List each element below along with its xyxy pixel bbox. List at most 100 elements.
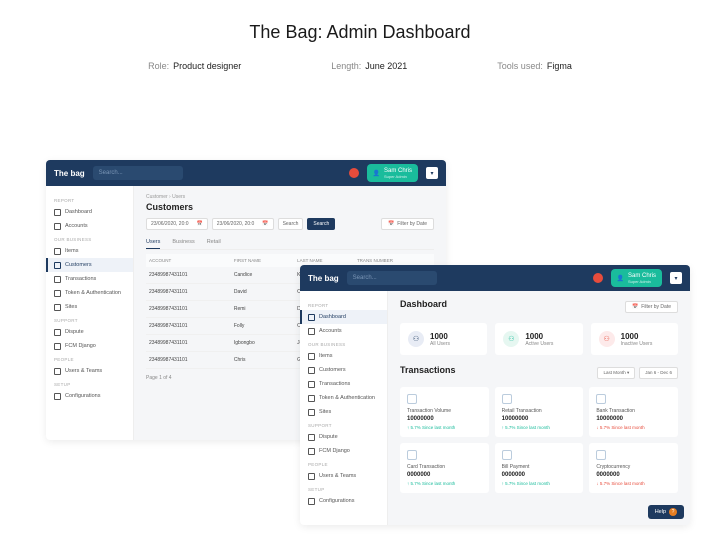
search-button[interactable]: Search xyxy=(307,218,335,230)
sidebar-item-users-teams[interactable]: Users & Teams xyxy=(300,469,387,483)
sidebar-item-accounts[interactable]: Accounts xyxy=(46,219,133,233)
tx-filter-pill[interactable]: Last Month ▾ xyxy=(597,367,635,379)
search-input[interactable]: Search... xyxy=(347,271,437,285)
users-icon: ⚇ xyxy=(503,331,519,347)
tx-icon xyxy=(502,450,512,460)
nav-icon xyxy=(54,329,61,336)
date-from-input[interactable]: 23/06/2020, 20:0📅 xyxy=(146,218,208,230)
nav-icon xyxy=(308,395,315,402)
tx-card: Cryptocurrency0000000↓ 5.7% Since last m… xyxy=(589,443,678,493)
sidebar-item-label: FCM Django xyxy=(319,448,350,454)
tab-business[interactable]: Business xyxy=(172,236,194,249)
nav-icon xyxy=(308,353,315,360)
stat-card: ⚇1000All Users xyxy=(400,323,487,355)
nav-icon xyxy=(308,498,315,505)
sidebar-item-dashboard[interactable]: Dashboard xyxy=(46,205,133,219)
sidebar-item-transactions[interactable]: Transactions xyxy=(300,377,387,391)
sidebar-item-label: Customers xyxy=(65,262,92,268)
column-header[interactable]: ACCOUNT xyxy=(146,254,231,267)
heading-dashboard: Dashboard xyxy=(400,299,447,309)
tab-users[interactable]: Users xyxy=(146,236,160,249)
sidebar-item-dispute[interactable]: Dispute xyxy=(300,430,387,444)
sidebar-item-dispute[interactable]: Dispute xyxy=(46,325,133,339)
sidebar-item-label: Dispute xyxy=(319,434,338,440)
nav-icon xyxy=(308,448,315,455)
logo[interactable]: The bag xyxy=(308,274,339,283)
sidebar-item-label: Accounts xyxy=(319,328,342,334)
chevron-down-icon[interactable]: ▾ xyxy=(670,272,682,284)
sidebar-section-label: SETUP xyxy=(46,378,133,389)
logo[interactable]: The bag xyxy=(54,169,85,178)
tx-value: 10000000 xyxy=(407,416,482,422)
sidebar-item-label: Items xyxy=(65,248,78,254)
table-cell: Folly xyxy=(231,318,294,335)
notification-icon[interactable] xyxy=(349,168,359,178)
chevron-down-icon[interactable]: ▾ xyxy=(426,167,438,179)
page-title: The Bag: Admin Dashboard xyxy=(0,0,720,61)
sidebar-item-fcm-django[interactable]: FCM Django xyxy=(300,444,387,458)
user-menu[interactable]: 👤 Sam ChrisSuper Admin xyxy=(611,269,663,287)
user-menu[interactable]: 👤 Sam ChrisSuper Admin xyxy=(367,164,419,182)
tx-delta: ↓ 5.7% Since last month xyxy=(596,481,671,486)
search-input[interactable]: Search... xyxy=(93,166,183,180)
help-button[interactable]: Help? xyxy=(648,505,684,519)
table-cell: Candice xyxy=(231,267,294,284)
sidebar-item-accounts[interactable]: Accounts xyxy=(300,324,387,338)
sidebar-item-label: Sites xyxy=(319,409,331,415)
calendar-icon: 📅 xyxy=(197,221,203,227)
column-header[interactable]: FIRST NAME xyxy=(231,254,294,267)
nav-icon xyxy=(54,393,61,400)
sidebar-section-label: REPORT xyxy=(300,299,387,310)
date-to-input[interactable]: 23/06/2020, 20:0📅 xyxy=(212,218,274,230)
search-field[interactable]: Search xyxy=(278,218,304,230)
sidebar-item-items[interactable]: Items xyxy=(300,349,387,363)
sidebar-section-label: SUPPORT xyxy=(300,419,387,430)
sidebar-item-fcm-django[interactable]: FCM Django xyxy=(46,339,133,353)
tx-card: Card Transaction0000000↑ 5.7% Since last… xyxy=(400,443,489,493)
tx-delta: ↑ 5.7% Since last month xyxy=(407,481,482,486)
tx-icon xyxy=(502,394,512,404)
length-label: Length: xyxy=(331,61,361,71)
sidebar-item-dashboard[interactable]: Dashboard xyxy=(300,310,387,324)
nav-icon xyxy=(54,290,61,297)
tx-delta: ↑ 5.7% Since last month xyxy=(502,481,577,486)
sidebar-item-token-authentication[interactable]: Token & Authentication xyxy=(46,286,133,300)
help-icon: ? xyxy=(669,508,677,516)
tx-filter-pill[interactable]: Jan 6 - Dec 6 xyxy=(639,367,678,379)
table-cell: 23489987431101 xyxy=(146,301,231,318)
tx-label: Bank Transaction xyxy=(596,408,671,414)
sidebar-item-label: Accounts xyxy=(65,223,88,229)
sidebar-item-users-teams[interactable]: Users & Teams xyxy=(46,364,133,378)
tx-icon xyxy=(407,450,417,460)
tools-value: Figma xyxy=(547,61,572,71)
sidebar-section-label: REPORT xyxy=(46,194,133,205)
sidebar-item-sites[interactable]: Sites xyxy=(300,405,387,419)
sidebar-item-sites[interactable]: Sites xyxy=(46,300,133,314)
heading-transactions: Transactions xyxy=(400,365,456,375)
table-cell: 23489987431101 xyxy=(146,267,231,284)
sidebar-section-label: SUPPORT xyxy=(46,314,133,325)
heading-customers: Customers xyxy=(146,202,434,212)
stat-number: 1000 xyxy=(621,332,653,341)
sidebar-item-label: Configurations xyxy=(65,393,100,399)
sidebar-item-token-authentication[interactable]: Token & Authentication xyxy=(300,391,387,405)
sidebar-item-transactions[interactable]: Transactions xyxy=(46,272,133,286)
table-cell: Chris xyxy=(231,352,294,369)
role-value: Product designer xyxy=(173,61,241,71)
calendar-icon: 📅 xyxy=(262,221,268,227)
sidebar-item-customers[interactable]: Customers xyxy=(46,258,133,272)
sidebar-item-label: Customers xyxy=(319,367,346,373)
nav-icon xyxy=(54,248,61,255)
filter-by-date-button[interactable]: 📅Filter by Date xyxy=(625,301,678,313)
tab-retail[interactable]: Retail xyxy=(207,236,221,249)
sidebar-item-items[interactable]: Items xyxy=(46,244,133,258)
sidebar-item-customers[interactable]: Customers xyxy=(300,363,387,377)
customer-tabs: Users Business Retail xyxy=(146,236,434,250)
tx-value: 0000000 xyxy=(596,472,671,478)
sidebar-item-configurations[interactable]: Configurations xyxy=(300,494,387,508)
topbar: The bag Search... 👤 Sam ChrisSuper Admin… xyxy=(46,160,446,186)
filter-by-date-button[interactable]: 📅Filter by Date xyxy=(381,218,434,230)
sidebar-item-configurations[interactable]: Configurations xyxy=(46,389,133,403)
screenshot-dashboard: The bag Search... 👤 Sam ChrisSuper Admin… xyxy=(300,265,690,525)
notification-icon[interactable] xyxy=(593,273,603,283)
